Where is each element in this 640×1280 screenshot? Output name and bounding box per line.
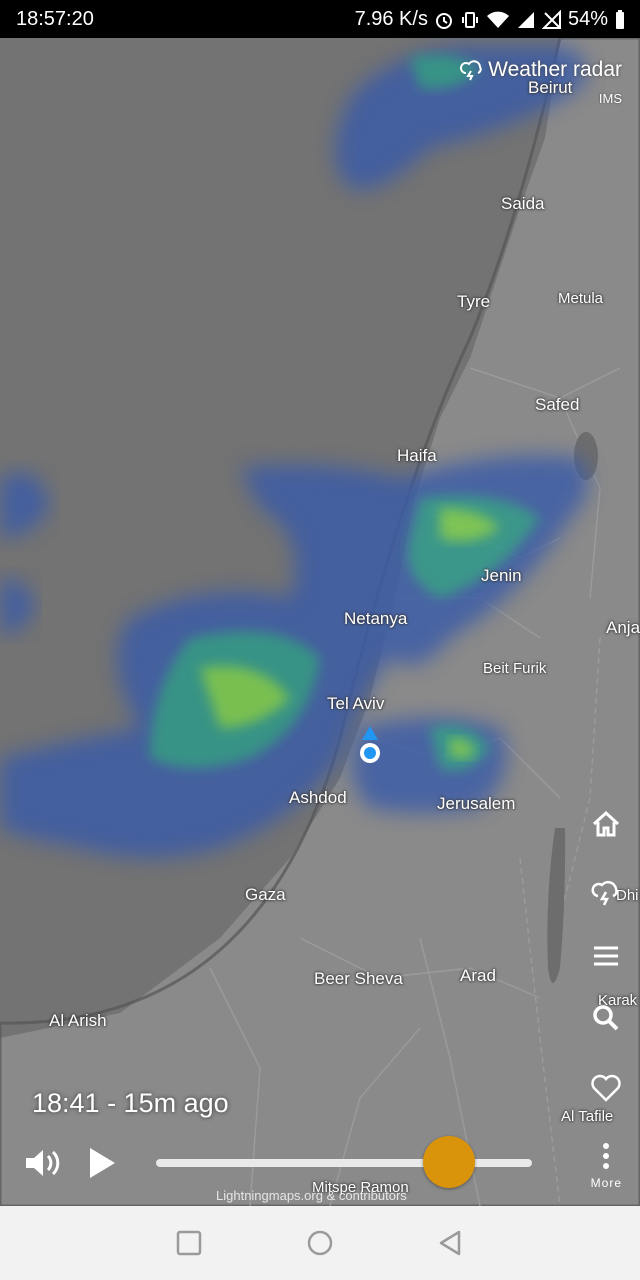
city-label: Jerusalem [437, 794, 516, 813]
sound-button[interactable] [22, 1144, 64, 1182]
home-circle-icon [307, 1230, 333, 1256]
back-icon [439, 1230, 461, 1256]
city-label: Metula [558, 290, 604, 307]
radar-timestamp: 18:41 - 15m ago [32, 1088, 229, 1118]
lightning-button[interactable] [588, 874, 624, 910]
recents-button[interactable] [174, 1228, 204, 1258]
network-speed: 7.96 K/s [354, 8, 428, 30]
more-button[interactable] [588, 1138, 624, 1174]
lightning-icon [591, 880, 618, 906]
city-label: Haifa [397, 446, 437, 465]
city-label: Beer Sheva [314, 969, 403, 988]
city-label: Beit Furik [483, 660, 547, 677]
status-time: 18:57:20 [16, 8, 94, 30]
vibrate-icon [461, 11, 478, 28]
timeline-slider-thumb[interactable] [423, 1136, 476, 1188]
back-button[interactable] [436, 1228, 466, 1258]
city-label: Al Tafile [561, 1108, 614, 1125]
play-button[interactable] [84, 1144, 120, 1182]
city-label: Beirut [528, 78, 573, 97]
more-vert-icon [603, 1143, 609, 1169]
city-label: Tyre [457, 292, 491, 311]
battery-percent: 54% [567, 8, 608, 30]
wifi-icon [486, 11, 509, 28]
heart-icon [591, 1074, 621, 1102]
speaker-icon [26, 1150, 60, 1176]
navigation-bar [0, 1206, 640, 1280]
city-label: Arad [460, 966, 496, 985]
menu-icon [594, 946, 618, 966]
status-icons: 7.96 K/s 54% [355, 8, 626, 31]
no-sim-icon [541, 9, 561, 29]
lightning-cloud-icon [460, 60, 482, 81]
battery-icon [616, 9, 624, 29]
city-label: Netanya [344, 609, 408, 628]
alarm-icon [435, 12, 452, 29]
search-icon [593, 1005, 619, 1031]
search-button[interactable] [588, 1000, 624, 1036]
city-label: Safed [535, 395, 580, 414]
city-label: Tel Aviv [327, 694, 385, 713]
home-nav-button[interactable] [305, 1228, 335, 1258]
map-attribution[interactable]: Lightningmaps.org & contributors [216, 1188, 407, 1203]
status-bar: 18:57:20 7.96 K/s 54% [0, 0, 640, 38]
city-label: Jenin [481, 566, 522, 585]
menu-button[interactable] [588, 938, 624, 974]
home-icon [592, 810, 620, 837]
play-icon [90, 1148, 115, 1178]
city-label: Al Arish [49, 1011, 107, 1030]
city-label: Gaza [245, 885, 286, 904]
home-button[interactable] [588, 806, 624, 842]
radar-map[interactable]: Weather radar IMS Beirut Saida Tyre Metu… [0, 38, 640, 1206]
city-label: Ashdod [289, 788, 347, 807]
city-label: Anja [606, 618, 640, 637]
favorite-button[interactable] [588, 1070, 624, 1106]
signal-icon [517, 11, 534, 28]
more-label: More [590, 1176, 622, 1190]
city-label: Saida [501, 194, 545, 213]
recents-icon [176, 1230, 202, 1256]
timeline-slider[interactable] [156, 1159, 532, 1167]
radar-source: IMS [598, 91, 622, 106]
